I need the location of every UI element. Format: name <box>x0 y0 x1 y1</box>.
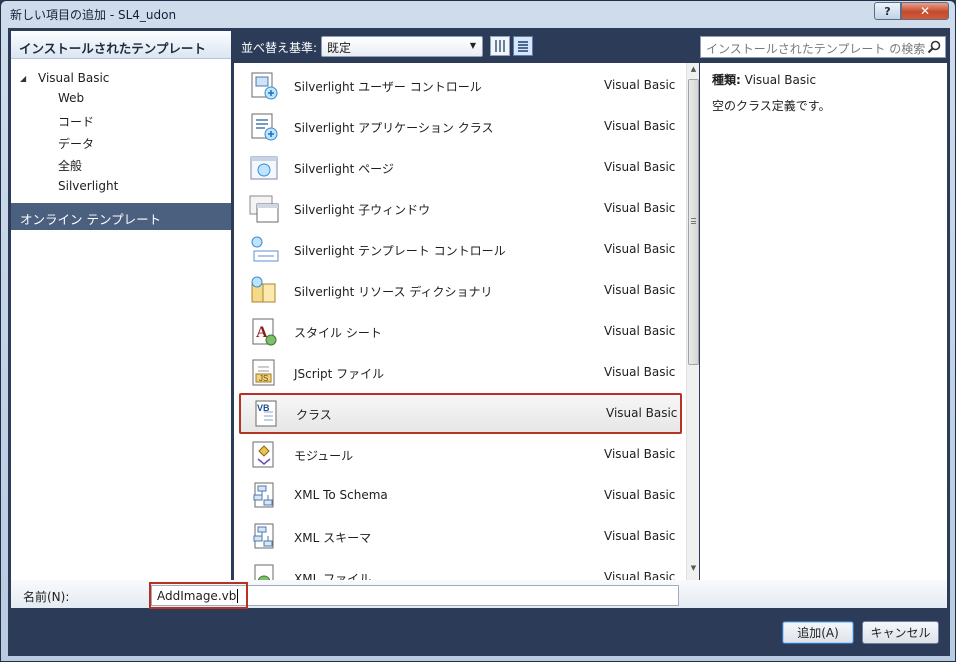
template-row[interactable]: Silverlight 子ウィンドウ Visual Basic <box>234 188 683 229</box>
template-language: Visual Basic <box>606 406 678 420</box>
svg-text:JS: JS <box>259 374 268 383</box>
xml-to-schema-icon <box>253 482 274 508</box>
search-placeholder: インストールされたテンプレート の検索 <box>706 42 926 56</box>
template-row[interactable]: A スタイル シート Visual Basic <box>234 311 683 352</box>
template-list[interactable]: Silverlight ユーザー コントロール Visual Basic Silve… <box>234 63 699 580</box>
style-sheet-icon: A <box>252 318 277 346</box>
chevron-down-icon: ▼ <box>469 41 476 50</box>
sort-by-label: 並べ替え基準: <box>241 41 318 55</box>
cancel-button[interactable]: キャンセル <box>862 621 939 644</box>
child-window-icon <box>249 195 279 223</box>
template-category-panel: インストールされたテンプレート ◢ Visual Basic Web コード デ… <box>11 31 231 581</box>
template-row[interactable]: JS JScript ファイル Visual Basic <box>234 352 683 393</box>
template-language: Visual Basic <box>604 447 676 461</box>
template-type: 種類: Visual Basic <box>712 71 935 89</box>
list-view-button[interactable] <box>513 36 533 56</box>
templated-control-icon <box>251 236 279 262</box>
template-name: Silverlight アプリケーション クラス <box>294 121 494 135</box>
template-language: Visual Basic <box>604 78 676 92</box>
name-label: 名前(N): <box>23 590 70 604</box>
add-new-item-dialog: 新しい項目の追加 - SL4_udon ? ✕ インストールされたテンプレート … <box>0 0 956 662</box>
xml-schema-icon <box>253 523 274 549</box>
template-language: Visual Basic <box>604 119 676 133</box>
online-templates-item[interactable]: オンライン テンプレート <box>11 203 231 230</box>
tree-item-data[interactable]: データ <box>58 135 94 153</box>
collapse-triangle-icon[interactable]: ◢ <box>20 74 32 83</box>
page-icon <box>250 156 278 180</box>
window-title: 新しい項目の追加 - SL4_udon <box>10 8 177 22</box>
tree-item-web[interactable]: Web <box>58 91 84 109</box>
template-language: Visual Basic <box>604 529 676 543</box>
grip-icon <box>691 218 696 224</box>
template-description: 空のクラス定義です。 <box>712 99 831 113</box>
scroll-up-arrow-icon[interactable]: ▲ <box>687 65 699 79</box>
template-row[interactable]: モジュール Visual Basic <box>234 434 683 475</box>
name-row: 名前(N): AddImage.vb <box>11 580 947 609</box>
type-label: 種類: <box>712 73 741 87</box>
template-language: Visual Basic <box>604 570 676 580</box>
template-row[interactable]: Silverlight アプリケーション クラス Visual Basic <box>234 106 683 147</box>
sort-by-value: 既定 <box>327 41 352 55</box>
template-row[interactable]: Silverlight リソース ディクショナリ Visual Basic <box>234 270 683 311</box>
scroll-down-arrow-icon[interactable]: ▼ <box>687 564 699 578</box>
svg-text:VB: VB <box>257 403 270 413</box>
tree-item-label: Visual Basic <box>38 71 110 85</box>
template-name: Silverlight ページ <box>294 162 394 176</box>
template-name: Silverlight リソース ディクショナリ <box>294 285 493 299</box>
template-language: Visual Basic <box>604 201 676 215</box>
template-row-selected[interactable]: VB クラス Visual Basic <box>239 393 682 434</box>
tree-item-general[interactable]: 全般 <box>58 157 82 175</box>
vb-class-icon: VB <box>255 400 277 427</box>
dialog-client-area: インストールされたテンプレート ◢ Visual Basic Web コード デ… <box>8 28 950 656</box>
search-icon[interactable] <box>927 40 941 54</box>
installed-templates-header[interactable]: インストールされたテンプレート <box>11 31 231 59</box>
template-name: モジュール <box>294 449 354 463</box>
type-value: Visual Basic <box>744 73 817 87</box>
file-name-highlight <box>149 582 248 609</box>
small-icons-view-button[interactable] <box>490 36 510 56</box>
template-language: Visual Basic <box>604 365 676 379</box>
template-row[interactable]: Silverlight ページ Visual Basic <box>234 147 683 188</box>
template-language: Visual Basic <box>604 160 676 174</box>
template-row[interactable]: XML ファイル Visual Basic <box>234 557 683 580</box>
template-name: スタイル シート <box>294 326 382 340</box>
template-name: Silverlight ユーザー コントロール <box>294 80 482 94</box>
grid-view-icon <box>495 40 505 52</box>
scrollbar-thumb[interactable] <box>688 79 699 365</box>
tree-item-visual-basic[interactable]: ◢ Visual Basic <box>20 69 109 87</box>
sort-by-dropdown[interactable]: 既定 ▼ <box>321 36 483 57</box>
template-name: XML ファイル <box>294 572 372 580</box>
template-row[interactable]: XML スキーマ Visual Basic <box>234 516 683 557</box>
template-name: XML スキーマ <box>294 531 372 545</box>
help-button[interactable]: ? <box>874 2 901 20</box>
template-language: Visual Basic <box>604 283 676 297</box>
user-control-icon <box>251 72 278 100</box>
xml-file-icon <box>254 564 274 580</box>
tree-item-code[interactable]: コード <box>58 113 94 131</box>
jscript-file-icon: JS <box>252 359 275 386</box>
template-name: JScript ファイル <box>294 367 385 381</box>
tree-item-silverlight[interactable]: Silverlight <box>58 179 118 197</box>
template-row[interactable]: Silverlight ユーザー コントロール Visual Basic <box>234 65 683 106</box>
template-name: XML To Schema <box>294 488 388 502</box>
template-language: Visual Basic <box>604 242 676 256</box>
template-row[interactable]: Silverlight テンプレート コントロール Visual Basic <box>234 229 683 270</box>
template-name: Silverlight テンプレート コントロール <box>294 244 506 258</box>
list-view-icon <box>518 40 528 52</box>
vertical-scrollbar[interactable]: ▲ ▼ <box>686 63 699 580</box>
search-input[interactable]: インストールされたテンプレート の検索 <box>700 36 946 58</box>
template-name: クラス <box>296 408 332 422</box>
template-name: Silverlight 子ウィンドウ <box>294 203 431 217</box>
title-bar[interactable]: 新しい項目の追加 - SL4_udon ? ✕ <box>1 1 955 27</box>
template-language: Visual Basic <box>604 488 676 502</box>
template-language: Visual Basic <box>604 324 676 338</box>
resource-dictionary-icon <box>251 276 276 303</box>
close-button[interactable]: ✕ <box>901 2 949 20</box>
module-icon <box>252 441 274 468</box>
template-row[interactable]: XML To Schema Visual Basic <box>234 475 683 516</box>
add-button[interactable]: 追加(A) <box>782 621 854 644</box>
template-details-panel: 種類: Visual Basic 空のクラス定義です。 <box>700 63 947 580</box>
application-class-icon <box>251 113 278 141</box>
